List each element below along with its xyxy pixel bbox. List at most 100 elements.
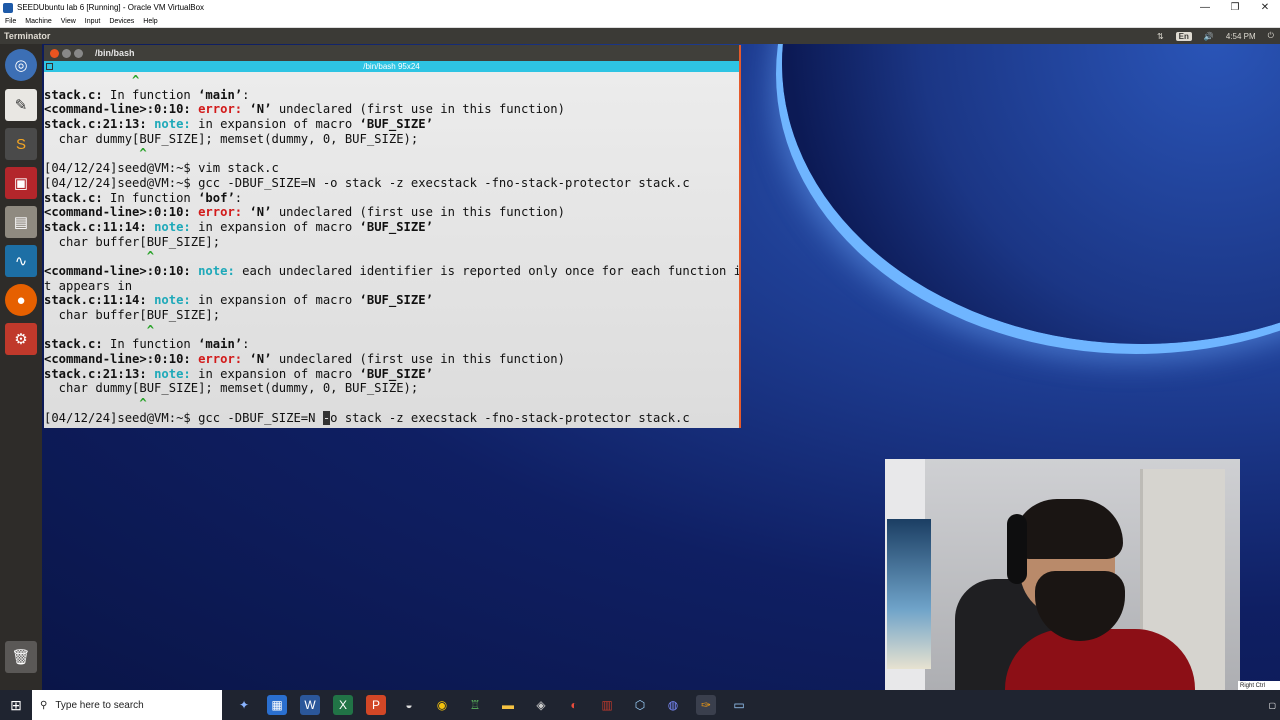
- terminal-title-bar[interactable]: /bin/bash: [44, 45, 739, 61]
- folder-icon[interactable]: ▬: [498, 695, 518, 715]
- menu-view[interactable]: View: [61, 18, 76, 25]
- system-tray: ▢: [1268, 690, 1276, 720]
- excel-icon[interactable]: X: [333, 695, 353, 715]
- terminal-text: undeclared (first use in this function): [271, 205, 565, 220]
- terminal-text: stack.c:11:14:: [44, 219, 147, 234]
- chrome-icon[interactable]: ◉: [432, 695, 452, 715]
- webcam-hair: [1013, 499, 1123, 559]
- menu-devices[interactable]: Devices: [109, 18, 134, 25]
- windows-start-button[interactable]: ⊞: [0, 690, 32, 720]
- terminal-text: ^: [44, 73, 140, 87]
- terminal-text: char buffer[BUF_SIZE];: [44, 234, 221, 249]
- volume-icon[interactable]: 🔊: [1204, 32, 1214, 41]
- terminal-text: In function: [102, 190, 199, 205]
- close-button[interactable]: ✕: [1250, 0, 1280, 15]
- terminal-text: note:: [154, 366, 191, 381]
- keyboard-layout-indicator[interactable]: En: [1175, 31, 1192, 41]
- terminal-window[interactable]: /bin/bash /bin/bash 95x24 ^ stack.c: In f…: [44, 45, 741, 428]
- clock[interactable]: 4:54 PM: [1226, 32, 1256, 41]
- menu-file[interactable]: File: [5, 18, 16, 25]
- terminal-text: char dummy[BUF_SIZE]; memset(dummy, 0, B…: [44, 131, 419, 146]
- terminal-text: stack.c:: [44, 87, 103, 102]
- search-icon: ⚲: [40, 699, 48, 711]
- terminal-line: char buffer[BUF_SIZE];: [44, 308, 739, 323]
- dash-icon[interactable]: ◎: [5, 49, 37, 81]
- terminal-line: [04/12/24]seed@VM:~$ gcc -DBUF_SIZE=N -o…: [44, 176, 739, 191]
- terminal-line: [04/12/24]seed@VM:~$ vim stack.c: [44, 161, 739, 176]
- winrar-icon[interactable]: ▥: [597, 695, 617, 715]
- notification-icon[interactable]: ▢: [1268, 701, 1276, 710]
- terminal-line: t appears in: [44, 279, 739, 294]
- powerpoint-icon[interactable]: P: [366, 695, 386, 715]
- restore-button[interactable]: ❐: [1220, 0, 1250, 15]
- terminal-text: ‘N’: [249, 102, 272, 117]
- trash-icon[interactable]: 🗑: [5, 641, 37, 673]
- menu-input[interactable]: Input: [85, 18, 101, 25]
- terminal-line: ^: [44, 323, 739, 338]
- sort-icon[interactable]: ⇅: [1157, 32, 1164, 41]
- app-icon[interactable]: ◍: [663, 695, 683, 715]
- webcam-overlay: [885, 459, 1240, 720]
- terminal-text: <command-line>:0:10:: [44, 352, 191, 367]
- terminal-line: stack.c:21:13: note: in expansion of mac…: [44, 367, 739, 382]
- app-icon[interactable]: ◐: [564, 695, 584, 715]
- terminal-text: ^: [44, 146, 147, 161]
- ubuntu-top-panel: Terminator ⇅ En 🔊 4:54 PM ⏻: [0, 28, 1280, 44]
- terminal-text: ‘main’: [198, 337, 243, 352]
- terminal-line: ^: [44, 146, 739, 161]
- settings-icon[interactable]: ⚙: [5, 323, 37, 355]
- file-explorer-icon[interactable]: ▦: [267, 695, 287, 715]
- app-icon[interactable]: ♖: [465, 695, 485, 715]
- close-icon[interactable]: [50, 48, 59, 58]
- maximize-icon[interactable]: [74, 48, 83, 58]
- minimize-icon[interactable]: [62, 48, 71, 58]
- file-manager-icon[interactable]: ▤: [5, 206, 37, 238]
- terminal-tab-title: /bin/bash 95x24: [363, 62, 420, 71]
- terminal-line: char dummy[BUF_SIZE]; memset(dummy, 0, B…: [44, 381, 739, 396]
- grid-icon[interactable]: [46, 63, 53, 70]
- notepad-icon[interactable]: ▭: [729, 695, 749, 715]
- terminal-text: stack.c:11:14:: [44, 293, 147, 308]
- terminal-text: :: [242, 337, 250, 352]
- app-icon[interactable]: ✑: [696, 695, 716, 715]
- word-icon[interactable]: W: [300, 695, 320, 715]
- terminal-text: error:: [198, 102, 243, 117]
- text-editor-icon[interactable]: ✎: [5, 89, 37, 121]
- terminal-line: stack.c: In function ‘main’:: [44, 88, 739, 103]
- terminal-tab-bar[interactable]: /bin/bash 95x24: [44, 61, 739, 72]
- vbox-title-bar: SEEDUbuntu lab 6 [Running] - Oracle VM V…: [0, 0, 1280, 15]
- terminal-line: <command-line>:0:10: error: ‘N’ undeclar…: [44, 205, 739, 220]
- terminal-text: note:: [154, 293, 191, 308]
- terminal-text: :: [234, 190, 243, 205]
- sublime-icon[interactable]: S: [5, 128, 37, 160]
- terminal-line: <command-line>:0:10: note: each undeclar…: [44, 264, 739, 279]
- terminal-text: In function: [102, 87, 199, 102]
- terminal-output[interactable]: ^ stack.c: In function ‘main’: <command-li…: [44, 72, 739, 428]
- terminal-text: note:: [154, 219, 191, 234]
- webcam-poster: [887, 519, 931, 669]
- terminal-text: ‘BUF_SIZE’: [359, 366, 433, 381]
- menu-help[interactable]: Help: [143, 18, 157, 25]
- host-key-label: Right Ctrl: [1240, 683, 1266, 689]
- terminal-text: stack.c:: [44, 190, 103, 205]
- terminal-text: in expansion of macro: [190, 219, 360, 234]
- app-icon[interactable]: ◈: [531, 695, 551, 715]
- minimize-button[interactable]: —: [1190, 0, 1220, 15]
- app-icon[interactable]: ◒: [399, 695, 419, 715]
- terminal-line: ^: [44, 396, 739, 411]
- wireshark-icon[interactable]: ∿: [5, 245, 37, 277]
- headphones-icon: [1007, 514, 1027, 584]
- cortana-icon[interactable]: ✦: [234, 695, 254, 715]
- terminal-line: stack.c: In function ‘main’:: [44, 337, 739, 352]
- terminal-text: [04/12/24]seed@VM:~$ gcc -DBUF_SIZE=N -o…: [44, 175, 690, 190]
- firefox-icon[interactable]: ●: [5, 284, 37, 316]
- taskbar-search[interactable]: ⚲ Type here to search: [32, 690, 222, 720]
- settings-icon[interactable]: ⏻: [1268, 31, 1274, 41]
- virtualbox-icon[interactable]: ⬡: [630, 695, 650, 715]
- menu-machine[interactable]: Machine: [25, 18, 51, 25]
- terminal-icon[interactable]: ▣: [5, 167, 37, 199]
- terminal-text: ‘BUF_SIZE’: [359, 117, 433, 132]
